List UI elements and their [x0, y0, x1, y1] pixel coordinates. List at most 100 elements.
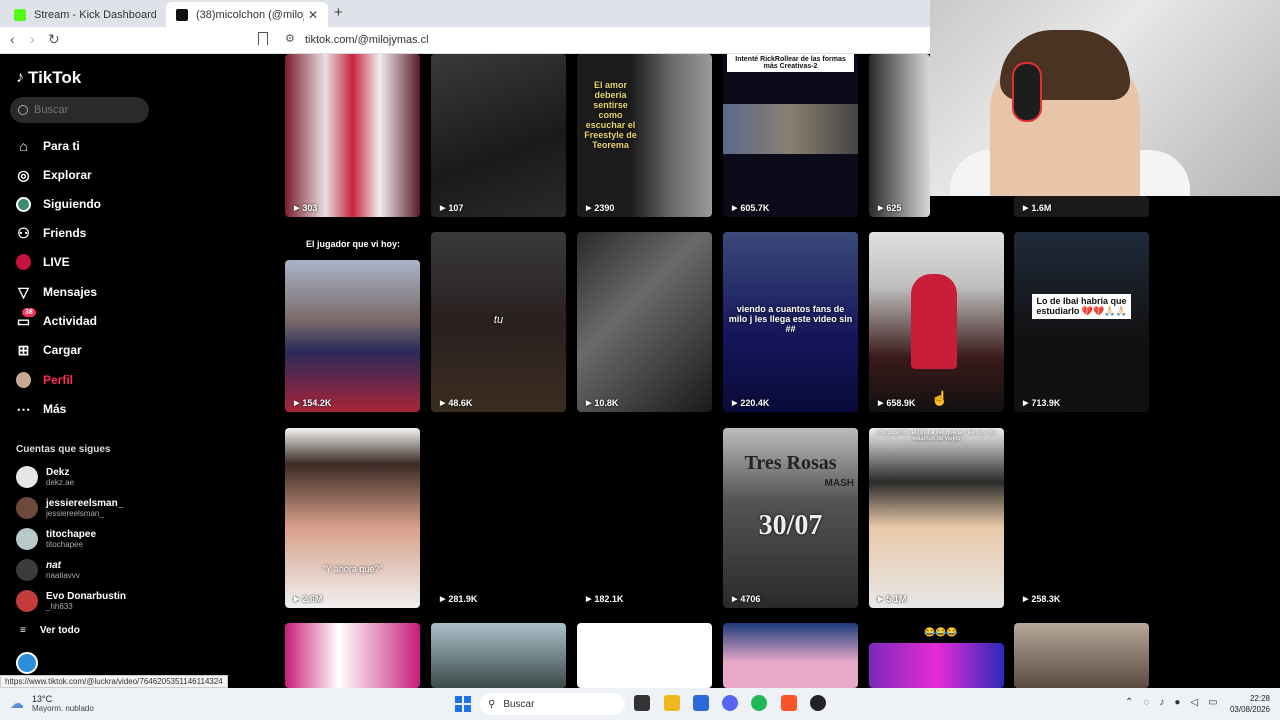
- view-count: ▶ 605.7K: [732, 203, 770, 213]
- video-caption: MASH: [824, 478, 854, 489]
- nav-label: Perfil: [43, 373, 74, 387]
- video-card[interactable]: ▶ 281.9K: [431, 428, 566, 608]
- nav-siguiendo[interactable]: Siguiendo: [16, 193, 101, 215]
- video-card[interactable]: ▶ 107: [431, 54, 566, 217]
- discord-icon[interactable]: [722, 695, 738, 711]
- list-icon: ≡: [20, 625, 26, 636]
- video-card[interactable]: viendo a cuantos fans de milo j les lleg…: [723, 232, 858, 412]
- close-tab-icon[interactable]: ✕: [308, 8, 318, 22]
- play-icon: ▶: [440, 205, 446, 212]
- upload-icon: ⊞: [17, 341, 30, 358]
- new-tab-button[interactable]: +: [334, 4, 343, 21]
- tab-kick-dashboard[interactable]: Stream - Kick Dashboard: [4, 2, 166, 27]
- play-icon: ▶: [732, 400, 738, 407]
- brave-icon[interactable]: [781, 695, 797, 711]
- reload-icon[interactable]: ↻: [48, 31, 60, 48]
- view-count: ▶ 2390: [586, 203, 615, 213]
- video-card[interactable]: nos pusimos el filtro a ver que tan tier…: [869, 428, 1004, 608]
- avatar: [16, 497, 38, 519]
- followed-account[interactable]: jessiereelsman_ jessiereelsman_: [16, 495, 123, 521]
- view-count: ▶ 4706: [732, 594, 761, 604]
- video-card[interactable]: [869, 643, 1004, 688]
- site-info-icon[interactable]: ⚙: [285, 32, 295, 45]
- chevron-up-icon[interactable]: ⌃: [1125, 697, 1133, 708]
- weather-desc: Mayorm. nublado: [32, 704, 94, 713]
- mic-icon[interactable]: ●: [1174, 697, 1180, 708]
- webcam-overlay: [930, 0, 1280, 196]
- nav-live[interactable]: LIVE: [16, 251, 70, 273]
- video-caption: El jugador que vi hoy:: [306, 239, 401, 249]
- video-card[interactable]: ▶ 658.9K: [869, 232, 1004, 412]
- nav-mas[interactable]: ⋯ Más: [16, 398, 67, 420]
- video-card[interactable]: ▶ 625: [869, 54, 930, 217]
- followed-account[interactable]: titochapee titochapee: [16, 526, 96, 552]
- store-icon[interactable]: [693, 695, 709, 711]
- video-card[interactable]: ▶ 10.8K: [577, 232, 712, 412]
- tiktok-logo[interactable]: ♪ TikTok: [16, 68, 81, 88]
- video-card[interactable]: [1014, 623, 1149, 688]
- headset-icon: [1012, 62, 1042, 122]
- search-input[interactable]: [34, 104, 134, 116]
- video-card[interactable]: Lo de Ibai habría que estudiarlo 💔💔🙏🏻🙏🏻 …: [1014, 232, 1149, 412]
- nav-cargar[interactable]: ⊞ Cargar: [16, 339, 82, 361]
- video-card[interactable]: [285, 623, 420, 688]
- nav-actividad[interactable]: ▭ 38 Actividad: [16, 307, 97, 332]
- followed-account[interactable]: Dekz dekz.ae: [16, 464, 74, 490]
- tab-tiktok-profile[interactable]: (38)micolchon (@milojymas.cl) | ✕: [166, 2, 328, 27]
- followed-account[interactable]: nat naatiavvv: [16, 557, 80, 583]
- windows-taskbar: ☁ 13°C Mayorm. nublado ⚲ Buscar ⌃ ◌ ♪ ● …: [0, 688, 1280, 720]
- file-explorer-icon[interactable]: [664, 695, 680, 711]
- view-count: ▶ 2.6M: [294, 594, 323, 604]
- view-count: ▶ 107: [440, 203, 464, 213]
- view-count: ▶ 10.8K: [586, 398, 619, 408]
- nav-perfil[interactable]: Perfil: [16, 369, 73, 391]
- spotify-icon[interactable]: [751, 695, 767, 711]
- nav-mensajes[interactable]: ▽ Mensajes: [16, 281, 97, 303]
- url-field[interactable]: tiktok.com/@milojymas.cl: [305, 34, 429, 46]
- video-card[interactable]: ▶ 303: [285, 54, 420, 217]
- back-icon[interactable]: ‹: [10, 31, 15, 47]
- followed-account[interactable]: Evo Donarbustin _hh633: [16, 588, 126, 614]
- speaker-icon[interactable]: ♪: [1159, 697, 1164, 708]
- bookmark-icon[interactable]: [258, 32, 268, 45]
- view-count: ▶ 48.6K: [440, 398, 473, 408]
- video-card[interactable]: El amor debería sentirse como escuchar e…: [577, 54, 712, 217]
- account-name: jessiereelsman_: [46, 497, 124, 509]
- video-card[interactable]: "Y ahora que?" ▶ 2.6M: [285, 428, 420, 608]
- video-card[interactable]: ▶ 182.1K: [577, 428, 712, 608]
- video-card[interactable]: ▶ 154.2K: [285, 260, 420, 412]
- video-card[interactable]: Tres Rosas MASH 30/07 ▶ 4706: [723, 428, 858, 608]
- obs-icon[interactable]: [810, 695, 826, 711]
- clock[interactable]: 22:28 03/08/2026: [1230, 693, 1270, 715]
- nav-explorar[interactable]: ◎ Explorar: [16, 164, 91, 186]
- battery-icon[interactable]: ▭: [1208, 697, 1217, 708]
- account-handle: titochapee: [46, 539, 83, 549]
- nav-para-ti[interactable]: ⌂ Para ti: [16, 135, 79, 157]
- see-all-button[interactable]: ≡ Ver todo: [20, 625, 80, 636]
- video-card[interactable]: tu ▶ 48.6K: [431, 232, 566, 412]
- video-card[interactable]: [431, 623, 566, 688]
- live-icon: [16, 254, 31, 270]
- floating-app-icon[interactable]: [16, 652, 38, 674]
- weather-widget[interactable]: ☁ 13°C Mayorm. nublado: [10, 694, 94, 713]
- video-card[interactable]: [577, 623, 712, 688]
- forward-icon[interactable]: ›: [30, 31, 35, 47]
- search-box[interactable]: [10, 97, 149, 123]
- video-card[interactable]: Intenté RickRollear de las formas más Cr…: [723, 54, 858, 217]
- see-all-label: Ver todo: [39, 625, 80, 636]
- cloud-icon: ☁: [10, 695, 24, 711]
- play-icon: ▶: [878, 400, 884, 407]
- windows-start-icon[interactable]: [455, 696, 471, 712]
- volume-icon[interactable]: ◁: [1190, 697, 1198, 708]
- video-card[interactable]: [723, 623, 858, 688]
- avatar: [16, 559, 38, 581]
- search-icon: ⚲: [488, 698, 496, 710]
- video-card[interactable]: ▶ 1.6M: [1014, 196, 1149, 217]
- video-card[interactable]: ▶ 258.3K: [1014, 428, 1149, 608]
- network-icon[interactable]: ◌: [1143, 697, 1149, 708]
- nav-friends[interactable]: ⚇ Friends: [16, 222, 86, 244]
- play-icon: ▶: [440, 596, 446, 603]
- video-caption: nos pusimos el filtro a ver que tan tier…: [876, 430, 997, 442]
- taskbar-search[interactable]: ⚲ Buscar: [480, 693, 625, 715]
- task-view-icon[interactable]: [634, 695, 650, 711]
